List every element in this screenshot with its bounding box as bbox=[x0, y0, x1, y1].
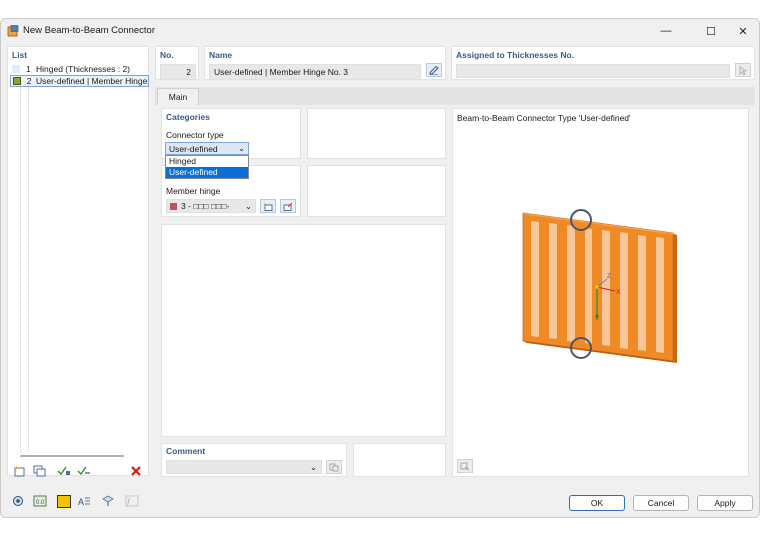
tab-main[interactable]: Main bbox=[157, 88, 199, 105]
empty-group-3 bbox=[353, 443, 446, 477]
edit-hinge-button[interactable] bbox=[280, 199, 296, 213]
x-axis-label: X bbox=[616, 289, 621, 296]
chevron-down-icon: ⌄ bbox=[244, 200, 252, 211]
connector-type-select[interactable]: User-defined ⌄ bbox=[165, 142, 249, 155]
new-icon: ✦ bbox=[263, 202, 273, 211]
horizontal-scrollbar[interactable] bbox=[20, 455, 124, 457]
number-field[interactable]: 2 bbox=[160, 64, 196, 80]
edit-object-icon bbox=[283, 202, 293, 211]
check-selected-icon[interactable] bbox=[75, 463, 93, 479]
edit-icon bbox=[429, 65, 439, 75]
member-hinge-value: 3 - □□□ □□□- bbox=[181, 201, 230, 211]
member-hinge-label: Member hinge bbox=[166, 186, 221, 196]
assigned-group: Assigned to Thicknesses No. bbox=[451, 46, 755, 80]
connector-type-dropdown: Hinged User-defined bbox=[165, 155, 249, 179]
categories-title: Categories bbox=[166, 112, 210, 122]
search-icon[interactable] bbox=[9, 493, 27, 509]
minimize-button[interactable]: — bbox=[651, 23, 681, 39]
svg-text:✦: ✦ bbox=[263, 202, 267, 207]
view-options-icon bbox=[460, 462, 470, 470]
number-label: No. bbox=[160, 50, 174, 60]
chevron-down-icon: ⌄ bbox=[237, 143, 245, 153]
tree-guide bbox=[28, 87, 29, 452]
new-hinge-button[interactable]: ✦ bbox=[260, 199, 276, 213]
apply-button[interactable]: Apply bbox=[697, 495, 753, 511]
empty-group-2 bbox=[307, 165, 446, 217]
app-icon bbox=[7, 25, 19, 37]
list-item-number: 2 bbox=[26, 76, 32, 86]
svg-text:✦: ✦ bbox=[14, 465, 19, 472]
text-settings-icon[interactable]: A bbox=[75, 493, 93, 509]
svg-text:0.0: 0.0 bbox=[36, 500, 45, 506]
chevron-down-icon: ⌄ bbox=[309, 461, 317, 472]
delete-icon[interactable] bbox=[127, 463, 145, 479]
comment-library-button[interactable] bbox=[326, 460, 342, 474]
list-item-2[interactable]: 2 User-defined | Member Hinge N bbox=[10, 75, 149, 87]
comment-group: Comment ⌄ bbox=[161, 443, 347, 477]
comment-label: Comment bbox=[166, 446, 206, 456]
preview-title: Beam-to-Beam Connector Type 'User-define… bbox=[457, 113, 631, 123]
connector-type-value: User-defined bbox=[169, 143, 218, 154]
option-hinged[interactable]: Hinged bbox=[166, 156, 248, 167]
svg-text:A: A bbox=[78, 497, 84, 507]
cancel-button[interactable]: Cancel bbox=[633, 495, 689, 511]
units-icon[interactable]: 0.0 bbox=[31, 493, 49, 509]
edit-name-button[interactable] bbox=[426, 63, 442, 77]
assigned-label: Assigned to Thicknesses No. bbox=[456, 50, 575, 60]
tree-guide bbox=[20, 87, 21, 452]
select-thickness-button[interactable] bbox=[735, 63, 751, 77]
model-view-icon[interactable] bbox=[99, 493, 117, 509]
dialog-window: New Beam-to-Beam Connector — ☐ ✕ List 1 … bbox=[0, 18, 760, 518]
list-item-label: Hinged (Thicknesses : 2) bbox=[36, 64, 131, 74]
name-group: Name User-defined | Member Hinge No. 3 bbox=[204, 46, 446, 80]
name-label: Name bbox=[209, 50, 233, 60]
list-item-number: 1 bbox=[26, 64, 31, 74]
member-hinge-select[interactable]: 3 - □□□ □□□- ⌄ bbox=[166, 199, 256, 213]
title-bar: New Beam-to-Beam Connector — ☐ ✕ bbox=[1, 19, 759, 43]
list-item-label: User-defined | Member Hinge N bbox=[35, 76, 148, 86]
preview-panel: Beam-to-Beam Connector Type 'User-define… bbox=[452, 108, 749, 477]
comment-field[interactable]: ⌄ bbox=[166, 460, 322, 474]
number-group: No. 2 bbox=[155, 46, 199, 80]
list-item-1[interactable]: 1 Hinged (Thicknesses : 2) bbox=[10, 63, 148, 75]
assigned-field[interactable] bbox=[456, 64, 730, 78]
window-title: New Beam-to-Beam Connector bbox=[23, 25, 155, 36]
list-title: List bbox=[12, 50, 28, 60]
color-swatch-icon[interactable] bbox=[57, 495, 71, 508]
tab-strip bbox=[155, 87, 755, 105]
connector-type-label: Connector type bbox=[166, 130, 224, 140]
list-item-color bbox=[12, 65, 20, 73]
connector-3d-preview: X Z bbox=[522, 209, 677, 363]
option-user-defined[interactable]: User-defined bbox=[166, 167, 248, 178]
z-axis-label: Z bbox=[607, 273, 612, 280]
preview-options-button[interactable] bbox=[457, 459, 473, 473]
parameters-area bbox=[161, 224, 446, 437]
new-item-icon[interactable]: ✦ bbox=[11, 463, 29, 479]
empty-group-1 bbox=[307, 108, 446, 159]
list-panel: List 1 Hinged (Thicknesses : 2) 2 User-d… bbox=[7, 46, 149, 476]
copy-icon bbox=[329, 463, 339, 471]
copy-item-icon[interactable] bbox=[31, 463, 49, 479]
maximize-button[interactable]: ☐ bbox=[696, 23, 726, 39]
formula-icon: f bbox=[123, 493, 141, 509]
hinge-color-swatch bbox=[170, 202, 177, 210]
list-item-color bbox=[13, 77, 21, 85]
name-field[interactable]: User-defined | Member Hinge No. 3 bbox=[209, 64, 421, 80]
check-all-icon[interactable] bbox=[55, 463, 73, 479]
ok-button[interactable]: OK bbox=[569, 495, 625, 511]
cursor-icon bbox=[739, 65, 748, 75]
close-button[interactable]: ✕ bbox=[728, 23, 758, 39]
